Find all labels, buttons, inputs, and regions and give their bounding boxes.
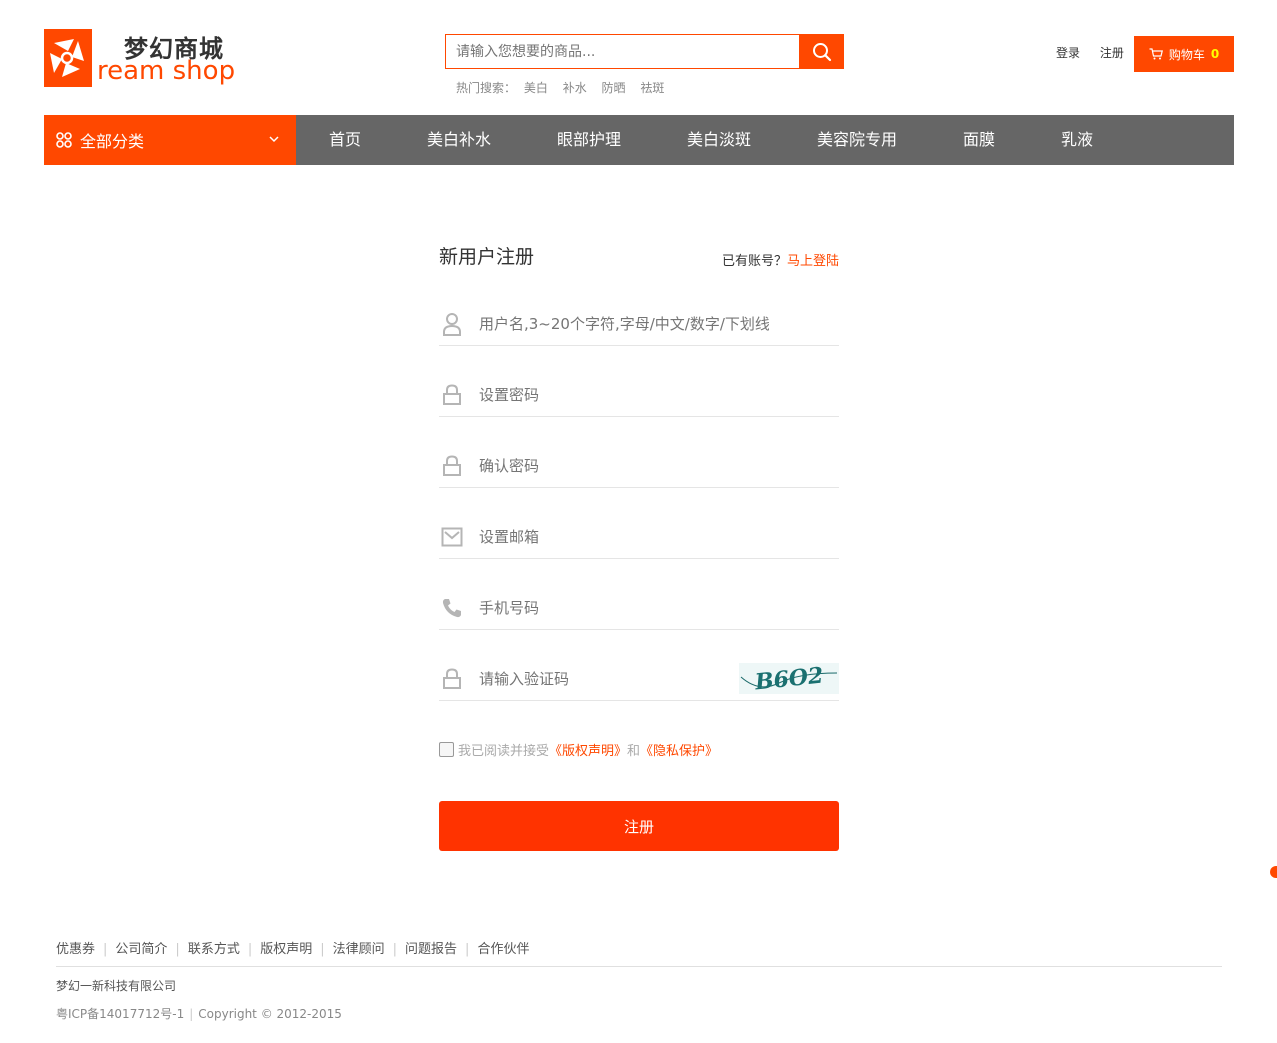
username-field (439, 300, 839, 346)
logo-icon (44, 29, 92, 87)
footer-link-legal[interactable]: 法律顾问 (333, 942, 385, 957)
cart-button[interactable]: 购物车 0 (1134, 36, 1234, 72)
hot-search-term[interactable]: 补水 (563, 81, 587, 95)
nav-item-salon[interactable]: 美容院专用 (817, 115, 897, 165)
user-icon (441, 312, 463, 336)
lock-icon (441, 383, 463, 407)
footer-link-contact[interactable]: 联系方式 (188, 942, 240, 957)
footer-divider (56, 966, 1222, 967)
phone-field (439, 584, 839, 630)
hot-search-label: 热门搜索： (456, 81, 517, 95)
agree-text: 我已阅读并接受 (458, 744, 550, 759)
password-field (439, 371, 839, 417)
icp-copyright: 粤ICP备14017712号-1 | Copyright © 2012-2015 (56, 1005, 342, 1022)
login-link[interactable]: 登录 (1056, 46, 1080, 60)
footer-separator: | (189, 1007, 194, 1021)
agreement-row: 我已阅读并接受 《版权声明》 和 《隐私保护》 (439, 740, 718, 759)
cart-count: 0 (1210, 47, 1220, 61)
footer-link-partners[interactable]: 合作伙伴 (477, 942, 529, 957)
email-field (439, 513, 839, 559)
form-title: 新用户注册 (439, 246, 535, 268)
email-input[interactable] (479, 523, 769, 551)
grid-icon (56, 132, 72, 148)
footer-link-report[interactable]: 问题报告 (405, 942, 457, 957)
copyright-link[interactable]: 《版权声明》 (549, 740, 627, 759)
lock-icon (441, 667, 463, 691)
phone-input[interactable] (479, 594, 769, 622)
nav-item-masks[interactable]: 面膜 (963, 115, 995, 165)
hot-search-term[interactable]: 美白 (524, 81, 548, 95)
search-bar (445, 34, 844, 69)
captcha-text: B6O2 (753, 663, 825, 694)
chevron-down-icon (269, 136, 279, 143)
footer-separator: | (175, 942, 180, 957)
nav-item-eye-care[interactable]: 眼部护理 (557, 115, 621, 165)
agree-and-text: 和 (627, 744, 641, 759)
confirm-password-field (439, 442, 839, 488)
register-link[interactable]: 注册 (1100, 46, 1124, 60)
hot-search: 热门搜索： 美白 补水 防晒 祛斑 (456, 79, 675, 96)
nav-item-home[interactable]: 首页 (329, 115, 361, 165)
footer-separator: | (320, 942, 325, 957)
search-button[interactable] (799, 34, 844, 69)
password-input[interactable] (479, 381, 769, 409)
logo-english-text: ream shop (97, 56, 236, 86)
register-submit-button[interactable]: 注册 (439, 801, 839, 851)
footer-link-about[interactable]: 公司简介 (115, 942, 167, 957)
nav-item-lotion[interactable]: 乳液 (1061, 115, 1093, 165)
footer-separator: | (465, 942, 470, 957)
cart-label: 购物车 (1168, 47, 1205, 62)
side-tab[interactable] (1270, 866, 1277, 878)
copyright-text: Copyright © 2012-2015 (198, 1007, 342, 1021)
nav-item-whitening-hydrating[interactable]: 美白补水 (427, 115, 491, 165)
confirm-password-input[interactable] (479, 452, 769, 480)
username-input[interactable] (479, 310, 769, 338)
hot-search-term[interactable]: 祛斑 (640, 81, 664, 95)
have-account: 已有账号？马上登陆 (722, 250, 839, 269)
mail-icon (441, 525, 463, 549)
company-name: 梦幻一新科技有限公司 (56, 979, 177, 993)
footer-link-coupons[interactable]: 优惠券 (56, 942, 95, 957)
agree-checkbox[interactable] (439, 742, 454, 757)
cart-icon (1149, 48, 1163, 60)
lock-icon (441, 454, 463, 478)
have-account-text: 已有账号？ (721, 254, 787, 269)
footer-link-copyright[interactable]: 版权声明 (260, 942, 312, 957)
account-links: 登录 注册 (1056, 44, 1140, 61)
site-logo[interactable]: 梦幻商城 ream shop (44, 29, 244, 89)
footer-separator: | (247, 942, 253, 957)
captcha-input[interactable] (479, 665, 719, 693)
footer-separator: | (392, 942, 398, 957)
main-nav: 全部分类 首页 美白补水 眼部护理 美白淡斑 美容院专用 面膜 乳液 (44, 115, 1234, 165)
login-now-link[interactable]: 马上登陆 (787, 254, 839, 269)
footer-links: 优惠券 | 公司简介 | 联系方式 | 版权声明 | 法律顾问 | 问题报告 | 合作伙伴 (56, 938, 529, 957)
search-icon (812, 42, 831, 61)
icp-number[interactable]: 粤ICP备14017712号-1 (56, 1007, 184, 1021)
nav-item-whitening-spots[interactable]: 美白淡斑 (687, 115, 751, 165)
phone-icon (441, 596, 463, 620)
footer-separator: | (103, 942, 108, 957)
privacy-link[interactable]: 《隐私保护》 (640, 740, 718, 759)
all-categories-label: 全部分类 (80, 132, 145, 151)
all-categories-menu[interactable]: 全部分类 (44, 115, 296, 165)
search-input[interactable] (445, 34, 800, 69)
captcha-image[interactable]: B6O2 (739, 663, 839, 694)
captcha-field: B6O2 (439, 655, 839, 701)
hot-search-term[interactable]: 防晒 (602, 81, 626, 95)
